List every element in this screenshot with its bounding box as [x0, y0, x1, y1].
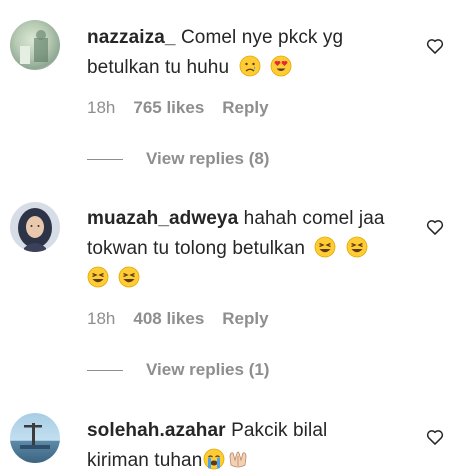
comment-meta: 18h 765 likes Reply	[87, 98, 269, 118]
comment-username[interactable]: muazah_adweya	[87, 208, 238, 229]
comment: muazah_adweya hahah comel jaa tokwan tu …	[0, 202, 472, 392]
comment-text: nazzaiza_ Comel nye pkck yg betulkan tu …	[87, 23, 387, 83]
reply-button[interactable]: Reply	[222, 309, 268, 329]
grinning-squinting-face-emoji-icon	[118, 266, 140, 288]
palms-up-together-emoji-icon	[229, 451, 247, 468]
comment-username[interactable]: solehah.azahar	[87, 420, 226, 441]
comment-body-line1: Pakcik bilal	[231, 420, 328, 441]
like-heart-icon[interactable]	[425, 217, 445, 237]
avatar-image	[20, 30, 48, 64]
reply-button[interactable]: Reply	[222, 98, 268, 118]
avatar[interactable]	[10, 20, 60, 70]
crying-face-emoji-icon	[239, 55, 260, 77]
view-replies-label: View replies (8)	[146, 149, 270, 168]
comment: solehah.azahar Pakcik bilal kiriman tuha…	[0, 413, 472, 475]
comment-body-line1: hahah comel jaa	[243, 208, 385, 229]
grinning-squinting-face-emoji-icon	[346, 236, 368, 258]
comment-time: 18h	[87, 309, 116, 328]
likes-count[interactable]: 408 likes	[133, 309, 204, 329]
view-replies-button[interactable]: View replies (1)	[87, 360, 269, 380]
comment-body-line1: Comel nye pkck yg	[180, 27, 344, 48]
comment-text: muazah_adweya hahah comel jaa tokwan tu …	[87, 204, 417, 294]
like-heart-icon[interactable]	[425, 36, 445, 56]
comment-body-line2: betulkan tu huhu	[87, 57, 230, 78]
comment-meta: 18h 408 likes Reply	[87, 309, 269, 329]
like-heart-icon[interactable]	[425, 427, 445, 447]
likes-count[interactable]: 765 likes	[133, 98, 204, 118]
grinning-squinting-face-emoji-icon	[314, 236, 336, 258]
replies-divider	[87, 158, 123, 160]
avatar[interactable]	[10, 413, 60, 463]
comment-text: solehah.azahar Pakcik bilal kiriman tuha…	[87, 416, 387, 475]
loudly-crying-face-emoji-icon	[203, 448, 225, 470]
heart-eyes-emoji-icon	[270, 55, 292, 77]
avatar[interactable]	[10, 202, 60, 252]
comment-time: 18h	[87, 98, 116, 117]
grinning-squinting-face-emoji-icon	[87, 266, 109, 288]
avatar-image	[10, 202, 60, 252]
comment-body-line2: kiriman tuhan	[87, 450, 203, 471]
view-replies-label: View replies (1)	[146, 360, 270, 379]
view-replies-button[interactable]: View replies (8)	[87, 149, 269, 169]
replies-divider	[87, 369, 123, 371]
avatar-image	[20, 423, 50, 449]
comment-body-line2: tokwan tu tolong betulkan	[87, 238, 305, 259]
comment: nazzaiza_ Comel nye pkck yg betulkan tu …	[0, 0, 472, 180]
comment-username[interactable]: nazzaiza_	[87, 27, 176, 48]
